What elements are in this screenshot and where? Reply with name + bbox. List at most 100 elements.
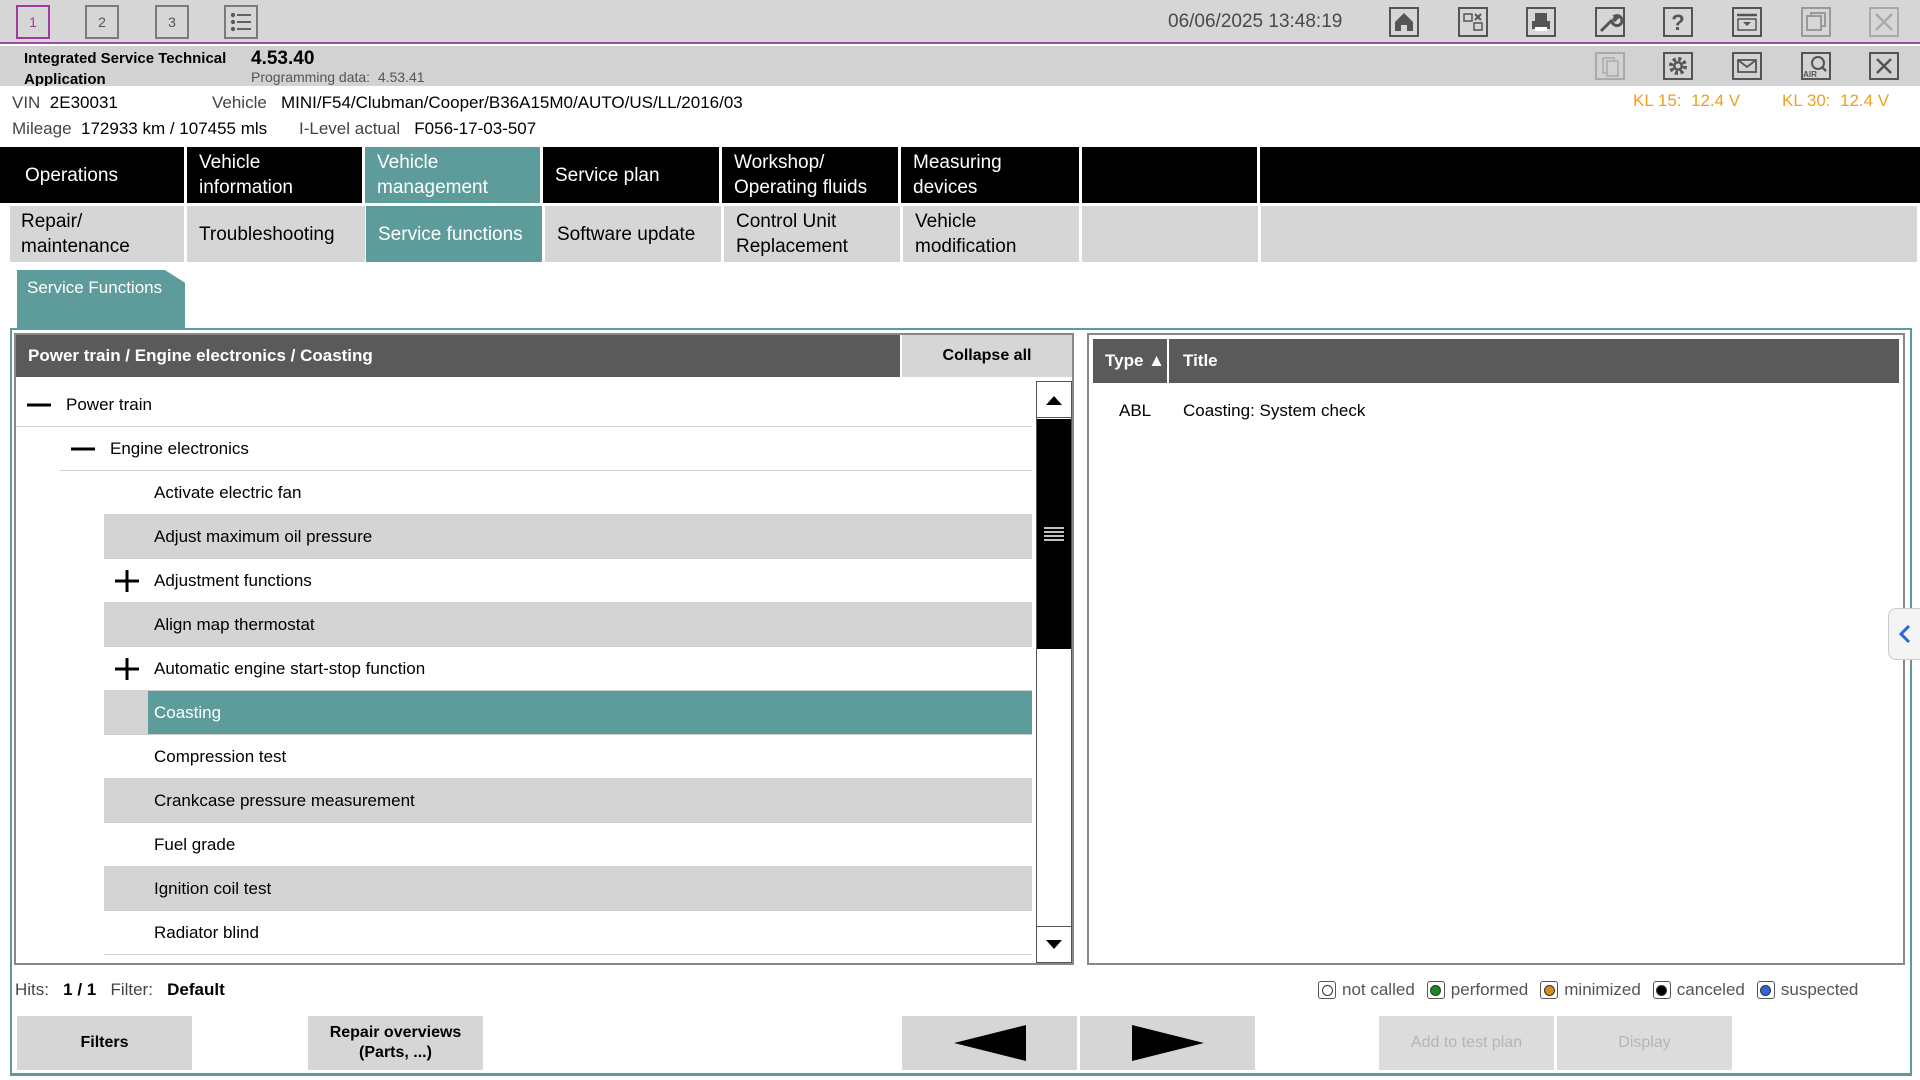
repair-overviews-button[interactable]: Repair overviews (Parts, ...) — [308, 1016, 483, 1070]
ilevel-value: F056-17-03-507 — [414, 119, 537, 138]
legend-swatch — [1426, 981, 1445, 999]
side-panel-toggle[interactable] — [1888, 608, 1920, 660]
wrench-button[interactable] — [1592, 4, 1628, 40]
window-1-button[interactable]: 1 — [16, 5, 50, 39]
help-button[interactable]: ? — [1660, 4, 1696, 40]
arrow-right-icon — [1131, 1025, 1204, 1061]
close-window-button[interactable] — [1866, 4, 1902, 40]
tree-row[interactable]: Adjust maximum oil pressure — [104, 515, 1032, 559]
tab-vehicle-information[interactable]: Vehicle information — [187, 147, 365, 203]
sub-tabs: Repair/ maintenance Troubleshooting Serv… — [0, 206, 1920, 262]
close-icon — [1869, 52, 1899, 80]
subtab-repair-maintenance[interactable]: Repair/ maintenance — [10, 206, 184, 262]
tree-breadcrumb: Power train / Engine electronics / Coast… — [16, 335, 900, 377]
tab-service-plan[interactable]: Service plan — [543, 147, 722, 203]
filters-button[interactable]: Filters — [17, 1016, 192, 1070]
subtab-control-unit-replacement[interactable]: Control Unit Replacement — [724, 206, 900, 262]
legend-swatch — [1652, 981, 1671, 999]
tree-row[interactable]: Compression test — [104, 735, 1032, 779]
legend-swatch — [1540, 981, 1559, 999]
tree-row[interactable]: Engine electronics — [60, 427, 1032, 471]
selected-highlight — [148, 691, 1032, 734]
window-2-button[interactable]: 2 — [85, 5, 119, 39]
tree-row[interactable]: Coasting — [104, 691, 1032, 735]
vehicle-value: MINI/F54/Clubman/Cooper/B36A15M0/AUTO/US… — [281, 93, 743, 112]
subtab-service-functions[interactable]: Service functions — [366, 206, 542, 262]
tab-operations[interactable]: Operations — [0, 147, 187, 203]
tree-row[interactable]: Ignition coil test — [104, 867, 1032, 911]
tab-vehicle-management[interactable]: Vehicle management — [365, 147, 543, 203]
tree-row[interactable]: Power train — [16, 383, 1032, 427]
tree-list: Power train Engine electronics Activate el… — [16, 383, 1036, 963]
programming-label: Programming data: — [251, 69, 371, 85]
result-row[interactable]: ABL Coasting: System check — [1093, 391, 1899, 425]
scroll-down-button[interactable] — [1037, 926, 1071, 962]
app-name: Integrated Service Technical Application — [24, 50, 227, 88]
result-title: Coasting: System check — [1183, 401, 1366, 420]
dropdown-window-button[interactable] — [1729, 4, 1765, 40]
tab-workshop-operating-fluids[interactable]: Workshop/ Operating fluids — [722, 147, 901, 203]
column-type[interactable]: Type ▲ — [1093, 339, 1169, 383]
results-panel: Type ▲ Title ABL Coasting: System check — [1087, 333, 1905, 965]
display-button[interactable]: Display — [1557, 1016, 1732, 1070]
next-button[interactable] — [1080, 1016, 1255, 1070]
tree-scrollbar[interactable] — [1036, 381, 1072, 963]
subtab-vehicle-modification[interactable]: Vehicle modification — [903, 206, 1079, 262]
collapse-icon[interactable] — [26, 394, 52, 416]
mail-button[interactable] — [1729, 50, 1765, 82]
tree-row[interactable]: Crankcase pressure measurement — [104, 779, 1032, 823]
restore-window-button[interactable] — [1798, 4, 1834, 40]
window-3-button[interactable]: 3 — [155, 5, 189, 39]
filter-value: Default — [167, 980, 225, 999]
air-button[interactable]: AIR — [1798, 50, 1834, 82]
tree-row-label: Fuel grade — [154, 835, 236, 854]
tree-row-label: Activate electric fan — [154, 483, 302, 502]
tree-row[interactable]: Align map thermostat — [104, 603, 1032, 647]
home-button[interactable] — [1386, 4, 1422, 40]
svg-text:AIR: AIR — [1803, 70, 1817, 79]
legend-item: performed — [1426, 980, 1528, 1000]
legend-swatch — [1756, 981, 1775, 999]
result-type: ABL — [1119, 401, 1152, 420]
add-to-test-plan-button[interactable]: Add to test plan — [1379, 1016, 1554, 1070]
svg-text:?: ? — [1671, 10, 1684, 35]
arrow-left-icon — [953, 1025, 1026, 1061]
window-list-button[interactable] — [224, 5, 258, 39]
arrow-down-icon — [1046, 939, 1062, 949]
subtab-software-update[interactable]: Software update — [545, 206, 721, 262]
tree-row-label: Crankcase pressure measurement — [154, 791, 415, 810]
tree-row[interactable]: Activate electric fan — [104, 471, 1032, 515]
programming-value: 4.53.41 — [377, 69, 425, 85]
vin-value: 2E30031 — [49, 93, 118, 112]
scroll-up-button[interactable] — [1037, 382, 1071, 418]
legend-label: suspected — [1780, 980, 1859, 999]
clipboard-button[interactable] — [1592, 50, 1628, 82]
collapse-icon[interactable] — [70, 438, 96, 460]
tree-row[interactable]: Fuel grade — [104, 823, 1032, 867]
collapse-all-button[interactable]: Collapse all — [902, 335, 1072, 377]
cross-reference-button[interactable] — [1455, 4, 1491, 40]
settings-button[interactable] — [1660, 50, 1696, 82]
tree-row[interactable]: Radiator blind — [104, 911, 1032, 955]
clipboard-icon — [1595, 52, 1625, 80]
scroll-thumb[interactable] — [1037, 419, 1071, 649]
tree-row[interactable]: Automatic engine start-stop function — [104, 647, 1032, 691]
close-button[interactable] — [1866, 50, 1902, 82]
subtab-troubleshooting[interactable]: Troubleshooting — [187, 206, 365, 262]
tree-row-label: Automatic engine start-stop function — [154, 659, 426, 678]
tree-row-label: Ignition coil test — [154, 879, 272, 898]
previous-button[interactable] — [902, 1016, 1077, 1070]
close-window-icon — [1869, 7, 1899, 37]
tree-row[interactable]: Adjustment functions — [104, 559, 1032, 603]
expand-icon[interactable] — [114, 570, 140, 592]
column-title[interactable]: Title — [1171, 339, 1218, 383]
legend-item: suspected — [1756, 980, 1859, 1000]
main-tabs: Operations Vehicle information Vehicle m… — [0, 147, 1920, 203]
print-button[interactable] — [1523, 4, 1559, 40]
status-dot-icon — [1760, 984, 1772, 996]
tree-row-label: Radiator blind — [154, 923, 259, 942]
expand-icon[interactable] — [114, 658, 140, 680]
print-icon — [1526, 7, 1556, 37]
programming-data: Programming data: 4.53.41 — [251, 69, 425, 85]
tab-measuring-devices[interactable]: Measuring devices — [901, 147, 1082, 203]
